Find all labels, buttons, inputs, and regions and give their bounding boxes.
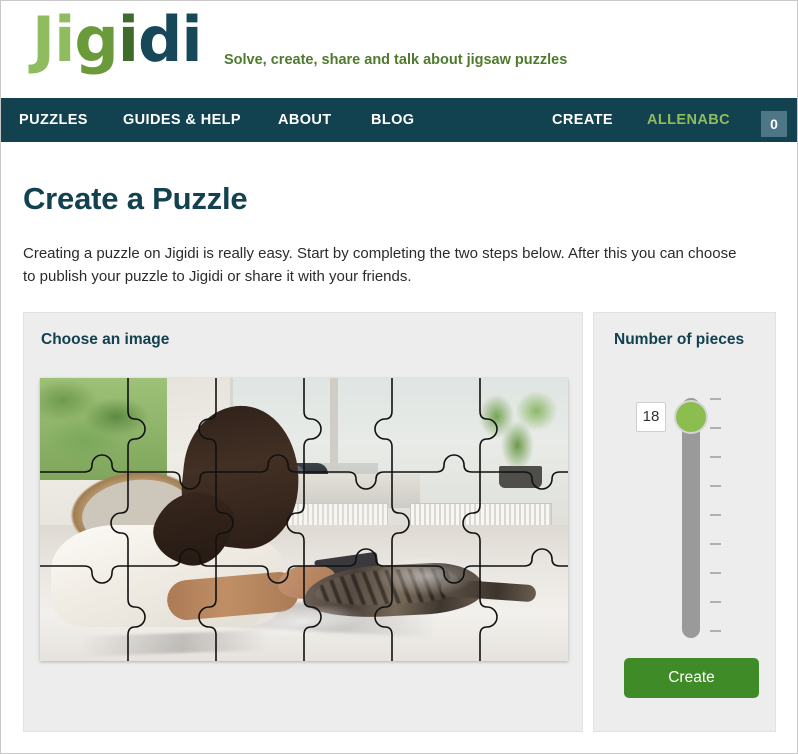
nav-item-guides-help[interactable]: GUIDES & HELP — [123, 98, 241, 142]
number-of-pieces-title: Number of pieces — [614, 331, 745, 348]
slider-tick-7 — [710, 572, 721, 574]
page-intro-text: Creating a puzzle on Jigidi is really ea… — [23, 245, 737, 285]
choose-image-panel: Choose an image — [23, 312, 583, 732]
pieces-slider[interactable]: 18 — [594, 368, 777, 648]
site-tagline: Solve, create, share and talk about jigs… — [224, 52, 568, 68]
logo-letter-5: d — [138, 3, 182, 76]
main-navigation: PUZZLES GUIDES & HELP ABOUT BLOG CREATE … — [1, 98, 797, 142]
logo-letter-1: J — [32, 3, 55, 76]
logo-letter-2: i — [54, 3, 75, 76]
nav-item-blog[interactable]: BLOG — [371, 98, 415, 142]
logo-letter-6: i — [181, 3, 202, 76]
jigidi-logo[interactable]: Jigidi — [32, 9, 203, 71]
slider-thumb[interactable] — [674, 400, 708, 434]
page-title: Create a Puzzle — [23, 181, 248, 216]
logo-letter-4: i — [117, 3, 139, 76]
slider-tick-5 — [710, 514, 721, 516]
slider-track[interactable] — [682, 398, 700, 638]
nav-item-about[interactable]: ABOUT — [278, 98, 332, 142]
slider-tick-3 — [710, 456, 721, 458]
create-button[interactable]: Create — [624, 658, 759, 698]
slider-tick-8 — [710, 601, 721, 603]
slider-value-display: 18 — [636, 402, 666, 432]
puzzle-image-preview[interactable] — [40, 378, 568, 661]
puzzle-piece-overlay — [40, 378, 568, 661]
slider-tick-6 — [710, 543, 721, 545]
nav-item-username[interactable]: ALLENABC — [647, 98, 730, 142]
nav-item-puzzles[interactable]: PUZZLES — [19, 98, 88, 142]
logo-letter-3: g — [74, 3, 118, 76]
notification-badge[interactable]: 0 — [761, 111, 787, 137]
nav-item-create[interactable]: CREATE — [552, 98, 613, 142]
slider-tick-9 — [710, 630, 721, 632]
slider-tick-4 — [710, 485, 721, 487]
jigidi-create-puzzle-page: Jigidi Solve, create, share and talk abo… — [0, 0, 798, 754]
slider-tick-2 — [710, 427, 721, 429]
site-header: Jigidi Solve, create, share and talk abo… — [1, 1, 797, 98]
number-of-pieces-panel: Number of pieces 18 Create — [593, 312, 776, 732]
choose-image-title: Choose an image — [41, 331, 170, 348]
slider-tick-1 — [710, 398, 721, 400]
